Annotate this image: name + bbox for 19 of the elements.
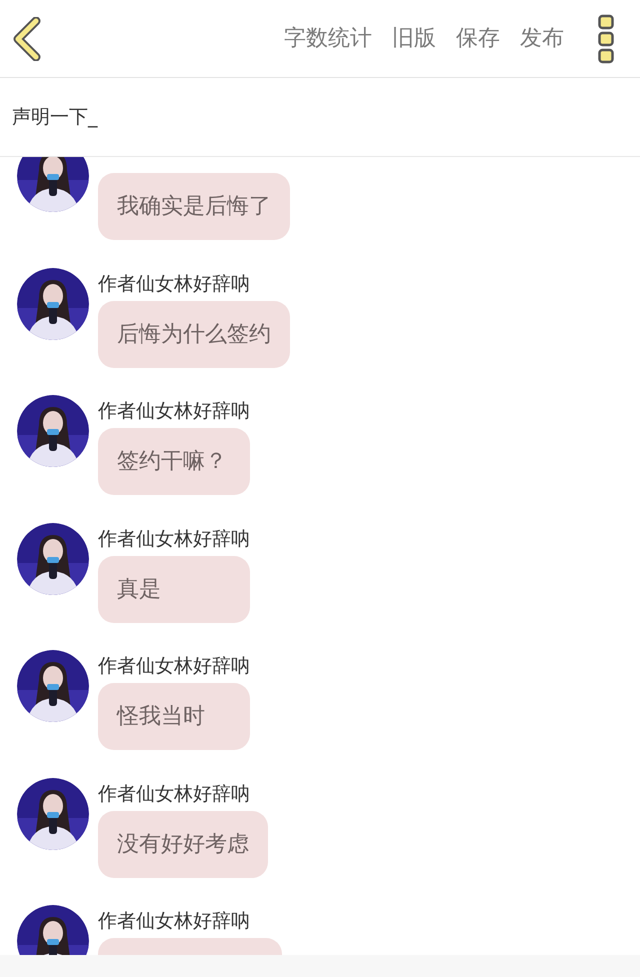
author-name: 作者仙女林好辞呐 xyxy=(98,782,250,807)
message-bubble: 签约干嘛？ xyxy=(98,428,250,495)
author-name: 作者仙女林好辞呐 xyxy=(98,526,250,552)
header-action[interactable]: 发布 xyxy=(520,22,564,55)
header-action[interactable]: 字数统计 xyxy=(284,22,372,55)
message-bubble: 我确实是后悔了 xyxy=(98,173,290,240)
message-bubble: 没有好好考虑 xyxy=(98,810,268,878)
message-bubble: 真是 xyxy=(98,556,250,622)
author-name: 作者仙女林好辞呐 xyxy=(98,272,250,297)
header-action[interactable]: 旧版 xyxy=(392,22,436,55)
author-name: 作者仙女林好辞呐 xyxy=(98,909,250,934)
header-action[interactable]: 保存 xyxy=(456,22,500,55)
message-bubble: 后悔为什么签约 xyxy=(98,300,290,368)
message-bubble: 怪我当时 xyxy=(98,683,250,750)
author-name: 作者仙女林好辞呐 xyxy=(98,399,250,424)
back-icon[interactable] xyxy=(12,16,42,60)
author-name: 作者仙女林好辞呐 xyxy=(98,654,250,680)
more-icon[interactable] xyxy=(598,14,614,64)
title-field[interactable]: 声明一下_ xyxy=(12,102,98,132)
